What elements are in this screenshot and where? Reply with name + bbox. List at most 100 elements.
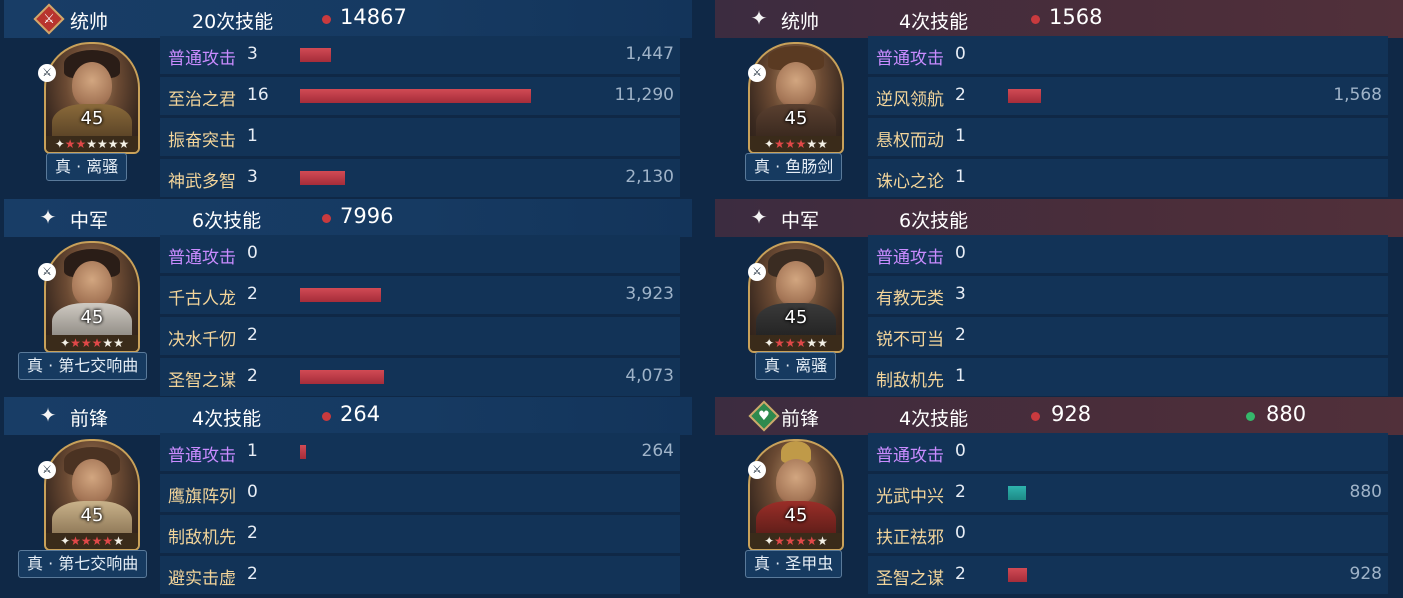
skill-name: 千古人龙 [168,289,236,309]
role-label: 前锋 [781,408,820,430]
skill-row: 至治之君 16 11,290 [160,77,680,115]
skill-count: 2 [247,564,258,584]
level: 45 [80,505,104,526]
damage-bar [300,288,381,302]
star-rating: ✦★★★★★ [750,533,842,549]
skill-damage: 3,923 [625,284,674,304]
portrait-face [776,62,816,108]
skill-row: 锐不可当 2 [868,317,1388,355]
damage-bar [300,445,306,459]
right-panel-commander: ✦ 统帅 4次技能 1568 45 ✦★★★★★ ⚔ 真 · 鱼肠剑 普通攻击 … [715,0,1403,198]
skill-name: 普通攻击 [876,446,944,466]
general-portrait[interactable]: 45 ✦★★★★★ [748,241,844,353]
skill-name: 振奋突击 [168,131,236,151]
skill-row: 圣智之谋 2 4,073 [160,358,680,396]
star-rating: ✦★★★★★★ [46,136,138,152]
skill-name: 普通攻击 [168,49,236,69]
treasure-badge[interactable]: 真 · 圣甲虫 [745,550,843,578]
general-portrait[interactable]: 45 ✦★★★★★ [44,439,140,551]
troop-type-icon: ⚔ [38,461,56,479]
skill-row: 普通攻击 0 [868,235,1388,273]
skill-count: 4次技能 [899,11,969,33]
skill-damage: 2,130 [625,167,674,187]
level: 45 [80,307,104,328]
level: 45 [80,108,104,129]
skill-count: 0 [247,243,258,263]
skill-name: 有教无类 [876,289,944,309]
damage-bar [1008,89,1041,103]
skill-damage: 11,290 [614,85,674,105]
troop-type-icon: ⚔ [748,64,766,82]
skill-count: 3 [247,44,258,64]
skill-name: 悬权而动 [876,131,944,151]
skill-row: 制敌机先 1 [868,358,1388,396]
heart-glyph: ♥ [758,408,770,424]
skill-count: 1 [247,441,258,461]
skill-damage: 4,073 [625,366,674,386]
level: 45 [784,307,808,328]
damage-bar [300,171,345,185]
skill-count: 1 [955,366,966,386]
skill-name: 圣智之谋 [876,569,944,589]
general-portrait[interactable]: 45 ✦★★★★★★ [44,42,140,154]
left-panel-commander: ⚔ 统帅 20次技能 14867 45 ✦★★★★★★ ⚔ 真 · 离骚 普通攻… [4,0,692,198]
skill-name: 逆风领航 [876,90,944,110]
general-portrait[interactable]: 45 ✦★★★★★ [748,439,844,551]
right-panel-vanguard: ♥ 前锋 4次技能 928 880 45 ✦★★★★★ ⚔ 真 · 圣甲虫 普通… [715,397,1403,595]
skill-name: 制敌机先 [168,528,236,548]
star-rating: ✦★★★★★ [750,136,842,152]
level: 45 [784,505,808,526]
skill-name: 扶正祛邪 [876,528,944,548]
damage-dot [322,214,331,223]
skill-count: 0 [955,441,966,461]
skill-count: 20次技能 [192,11,274,33]
skill-count: 2 [247,366,258,386]
treasure-badge[interactable]: 真 · 第七交响曲 [18,550,148,578]
portrait-face [72,261,112,307]
troop-type-icon: ⚔ [38,64,56,82]
skill-name: 普通攻击 [168,446,236,466]
panel-header: ✦ 中军 6次技能 [715,199,1403,237]
skill-count: 2 [955,325,966,345]
skill-row: 避实击虚 2 [160,556,680,594]
skill-count: 0 [955,44,966,64]
skill-name: 避实击虚 [168,569,236,589]
general-portrait[interactable]: 45 ✦★★★★★ [44,241,140,353]
skill-name: 神武多智 [168,172,236,192]
skill-count: 1 [955,126,966,146]
damage-dot [1031,412,1040,421]
left-panel-center: ✦ 中军 6次技能 7996 45 ✦★★★★★ ⚔ 真 · 第七交响曲 普通攻… [4,199,692,397]
sword-glyph: ⚔ [43,11,55,27]
panel-header: ✦ 中军 6次技能 7996 [4,199,692,237]
skill-count: 16 [247,85,269,105]
skill-count: 6次技能 [899,210,969,232]
left-panel-vanguard: ✦ 前锋 4次技能 264 45 ✦★★★★★ ⚔ 真 · 第七交响曲 普通攻击… [4,397,692,595]
role-label: 统帅 [70,11,109,33]
right-panel-center: ✦ 中军 6次技能 45 ✦★★★★★ ⚔ 真 · 离骚 普通攻击 0 有教无类… [715,199,1403,397]
damage-total: 1568 [1049,5,1103,29]
skill-count: 3 [955,284,966,304]
skill-count: 2 [955,564,966,584]
treasure-badge[interactable]: 真 · 鱼肠剑 [745,153,843,181]
damage-dot [322,412,331,421]
damage-total: 7996 [340,204,394,228]
skill-count: 0 [955,243,966,263]
treasure-badge[interactable]: 真 · 离骚 [755,352,837,380]
panel-header: ♥ 前锋 4次技能 928 880 [715,397,1403,435]
portrait-face [72,62,112,108]
damage-total: 14867 [340,5,407,29]
skill-count: 6次技能 [192,210,262,232]
skill-name: 至治之君 [168,90,236,110]
skill-count: 1 [955,167,966,187]
general-portrait[interactable]: 45 ✦★★★★★ [748,42,844,154]
star-rating: ✦★★★★★ [46,533,138,549]
skill-row: 普通攻击 0 [868,433,1388,471]
treasure-badge[interactable]: 真 · 离骚 [46,153,128,181]
damage-bar [300,48,331,62]
heal-bar [1008,486,1026,500]
skill-row: 扶正祛邪 0 [868,515,1388,553]
skill-count: 0 [955,523,966,543]
role-label: 中军 [781,210,820,232]
role-label: 统帅 [781,11,820,33]
treasure-badge[interactable]: 真 · 第七交响曲 [18,352,148,380]
